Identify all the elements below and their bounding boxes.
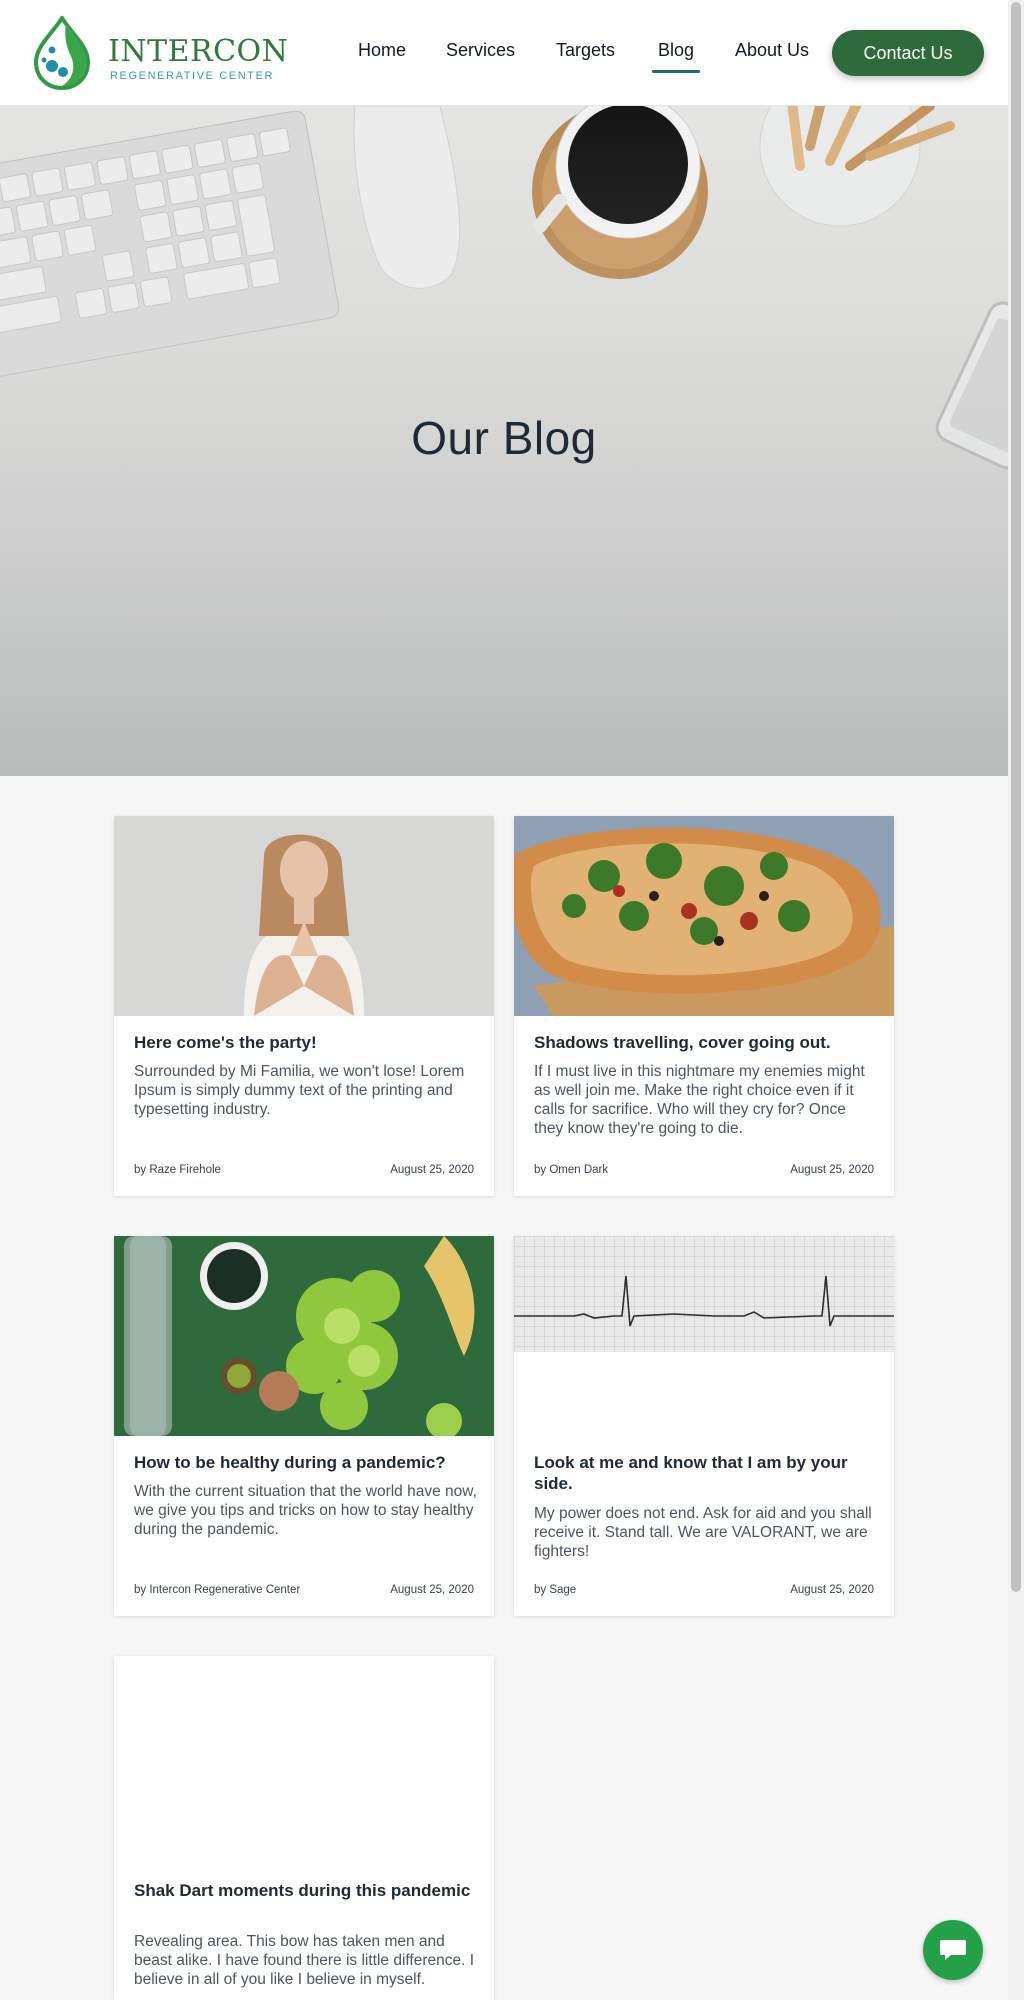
page-scrollbar[interactable] <box>1008 0 1024 2000</box>
nav-home[interactable]: Home <box>358 40 406 61</box>
post-image-meditation[interactable] <box>114 816 494 1016</box>
post-date: August 25, 2020 <box>790 1164 874 1176</box>
post-author: by Intercon Regenerative Center <box>134 1584 301 1596</box>
post-title[interactable]: Look at me and know that I am by your si… <box>534 1452 874 1494</box>
blog-card[interactable]: Here come's the party! Surrounded by Mi … <box>114 816 494 1196</box>
contact-us-button[interactable]: Contact Us <box>832 30 984 76</box>
post-title[interactable]: Here come's the party! <box>134 1032 474 1053</box>
post-excerpt: Revealing area. This bow has taken men a… <box>134 1933 475 1988</box>
nav-blog[interactable]: Blog <box>651 40 701 73</box>
post-author: by Raze Firehole <box>134 1164 221 1176</box>
site-header: INTERCON REGENERATIVE CENTER Home Servic… <box>0 0 1008 106</box>
post-title[interactable]: Shadows travelling, cover going out. <box>534 1032 874 1053</box>
chat-bubble-icon <box>940 1940 966 1960</box>
post-excerpt: With the current situation that the worl… <box>134 1483 477 1538</box>
blog-card[interactable]: Shadows travelling, cover going out. If … <box>514 816 894 1196</box>
post-title[interactable]: Shak Dart moments during this pandemic <box>134 1880 474 1901</box>
post-title[interactable]: How to be healthy during a pandemic? <box>134 1452 474 1473</box>
blog-card[interactable]: Shak Dart moments during this pandemic R… <box>114 1656 494 2000</box>
post-image-healthy-food[interactable] <box>114 1236 494 1436</box>
logo-subtitle: REGENERATIVE CENTER <box>110 70 275 82</box>
post-date: August 25, 2020 <box>390 1584 474 1596</box>
blog-card[interactable]: How to be healthy during a pandemic? Wit… <box>114 1236 494 1616</box>
blog-card[interactable]: Look at me and know that I am by your si… <box>514 1236 894 1616</box>
post-image-pizza[interactable] <box>514 816 894 1016</box>
scrollbar-thumb[interactable] <box>1011 2 1021 1592</box>
post-excerpt: Surrounded by Mi Familia, we won't lose!… <box>134 1063 465 1118</box>
post-image-ecg[interactable] <box>514 1236 894 1352</box>
logo-title: INTERCON <box>108 34 289 69</box>
logo[interactable]: INTERCON REGENERATIVE CENTER <box>30 16 288 90</box>
page-title: Our Blog <box>411 412 597 464</box>
post-excerpt: If I must live in this nightmare my enem… <box>534 1063 865 1137</box>
post-author: by Omen Dark <box>534 1164 609 1176</box>
post-date: August 25, 2020 <box>790 1584 874 1596</box>
post-excerpt: My power does not end. Ask for aid and y… <box>534 1505 872 1560</box>
nav-targets[interactable]: Targets <box>556 40 615 61</box>
chat-button[interactable] <box>923 1920 983 1980</box>
nav-about-us[interactable]: About Us <box>735 40 809 61</box>
post-date: August 25, 2020 <box>390 1164 474 1176</box>
hero-banner: Our Blog <box>0 106 1008 776</box>
logo-drop-icon <box>33 16 91 90</box>
post-author: by Sage <box>534 1584 577 1596</box>
nav-services[interactable]: Services <box>446 40 515 61</box>
